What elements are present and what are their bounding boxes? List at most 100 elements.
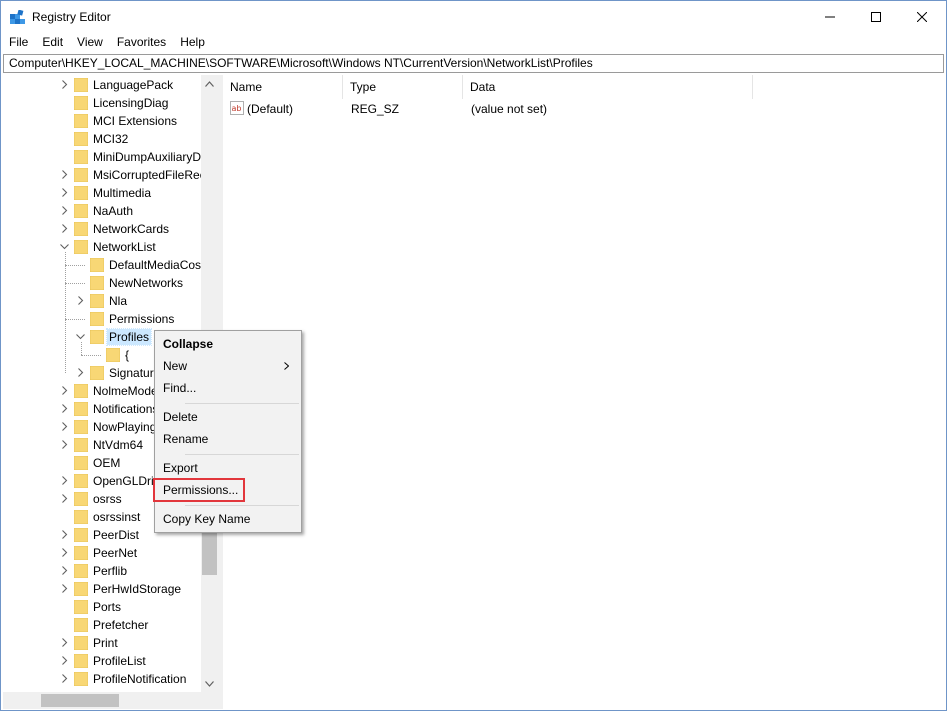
tree-horizontal-scrollbar[interactable] bbox=[3, 692, 218, 709]
tree-item-label: OEM bbox=[93, 456, 121, 470]
context-separator bbox=[185, 403, 299, 404]
chevron-right-icon[interactable] bbox=[60, 188, 69, 197]
tree-item[interactable]: MCI Extensions bbox=[3, 112, 201, 130]
tree-item[interactable]: NewNetworks bbox=[3, 274, 201, 292]
chevron-down-icon[interactable] bbox=[76, 332, 85, 341]
tree-item-label: NewNetworks bbox=[109, 276, 184, 290]
chevron-right-icon[interactable] bbox=[60, 386, 69, 395]
context-collapse[interactable]: Collapse bbox=[157, 333, 299, 355]
tree-item[interactable]: MiniDumpAuxiliaryD bbox=[3, 148, 201, 166]
maximize-icon bbox=[871, 11, 881, 22]
chevron-right-icon[interactable] bbox=[60, 206, 69, 215]
chevron-right-icon[interactable] bbox=[60, 80, 69, 89]
tree-item-label: osrssinst bbox=[93, 510, 141, 524]
context-delete-label: Delete bbox=[163, 410, 198, 424]
chevron-right-icon[interactable] bbox=[60, 440, 69, 449]
tree-hscroll-thumb[interactable] bbox=[41, 694, 119, 707]
address-bar[interactable]: Computer\HKEY_LOCAL_MACHINE\SOFTWARE\Mic… bbox=[3, 54, 944, 73]
tree-item-label: Ports bbox=[93, 600, 122, 614]
chevron-right-icon[interactable] bbox=[60, 674, 69, 683]
chevron-down-icon[interactable] bbox=[60, 242, 69, 251]
tree-item[interactable]: NetworkCards bbox=[3, 220, 201, 238]
folder-icon bbox=[90, 312, 104, 326]
context-new[interactable]: New bbox=[157, 355, 299, 377]
tree-item[interactable]: LicensingDiag bbox=[3, 94, 201, 112]
context-permissions[interactable]: Permissions... bbox=[153, 478, 299, 502]
column-header-type[interactable]: Type bbox=[343, 75, 463, 99]
chevron-right-icon[interactable] bbox=[60, 170, 69, 179]
tree-item[interactable]: NaAuth bbox=[3, 202, 201, 220]
context-export[interactable]: Export bbox=[157, 457, 299, 479]
chevron-right-icon[interactable] bbox=[60, 494, 69, 503]
maximize-button[interactable] bbox=[853, 1, 899, 32]
chevron-down-icon bbox=[205, 680, 214, 687]
folder-icon bbox=[74, 402, 88, 416]
tree-item[interactable]: ProfileNotification bbox=[3, 670, 201, 688]
submenu-arrow-icon bbox=[284, 362, 289, 370]
minimize-button[interactable] bbox=[807, 1, 853, 32]
context-copy-key-name-label: Copy Key Name bbox=[163, 512, 251, 526]
chevron-right-icon[interactable] bbox=[60, 224, 69, 233]
chevron-right-icon[interactable] bbox=[60, 422, 69, 431]
chevron-up-icon bbox=[205, 80, 214, 87]
tree-item[interactable]: ProfileList bbox=[3, 652, 201, 670]
chevron-right-icon[interactable] bbox=[60, 584, 69, 593]
tree-item[interactable]: NetworkList bbox=[3, 238, 201, 256]
chevron-right-icon[interactable] bbox=[60, 548, 69, 557]
menu-view[interactable]: View bbox=[70, 33, 110, 52]
tree-item[interactable]: Nla bbox=[3, 292, 201, 310]
tree-item-label: MiniDumpAuxiliaryD bbox=[93, 150, 202, 164]
context-delete[interactable]: Delete bbox=[157, 406, 299, 428]
folder-icon bbox=[74, 96, 88, 110]
chevron-right-icon[interactable] bbox=[60, 404, 69, 413]
tree-item[interactable]: PeerNet bbox=[3, 544, 201, 562]
tree-item[interactable]: Multimedia bbox=[3, 184, 201, 202]
context-find[interactable]: Find... bbox=[157, 377, 299, 399]
scroll-up-button[interactable] bbox=[201, 75, 218, 92]
chevron-right-icon[interactable] bbox=[60, 476, 69, 485]
tree-item[interactable]: DefaultMediaCost bbox=[3, 256, 204, 274]
tree-item[interactable]: LanguagePack bbox=[3, 76, 201, 94]
tree-item[interactable]: MsiCorruptedFileRec bbox=[3, 166, 206, 184]
folder-icon bbox=[74, 384, 88, 398]
tree-item-label: MCI32 bbox=[93, 132, 129, 146]
tree-item-label: Nla bbox=[109, 294, 128, 308]
chevron-right-icon[interactable] bbox=[76, 296, 85, 305]
tree-item[interactable]: Ports bbox=[3, 598, 201, 616]
menu-edit[interactable]: Edit bbox=[35, 33, 70, 52]
column-header-name[interactable]: Name bbox=[223, 75, 343, 99]
chevron-right-icon[interactable] bbox=[60, 638, 69, 647]
close-button[interactable] bbox=[899, 1, 945, 32]
tree-item[interactable]: MCI32 bbox=[3, 130, 201, 148]
list-row-default[interactable]: ab (Default) REG_SZ (value not set) bbox=[223, 100, 945, 118]
context-rename[interactable]: Rename bbox=[157, 428, 299, 450]
chevron-right-icon[interactable] bbox=[60, 566, 69, 575]
tree-item-label: NolmeModel bbox=[93, 384, 161, 398]
chevron-right-icon[interactable] bbox=[76, 368, 85, 377]
folder-icon bbox=[74, 672, 88, 686]
tree-item-label: PeerNet bbox=[93, 546, 138, 560]
context-separator bbox=[185, 505, 299, 506]
menu-file[interactable]: File bbox=[1, 33, 35, 52]
tree-item[interactable]: Perflib bbox=[3, 562, 201, 580]
context-copy-key-name[interactable]: Copy Key Name bbox=[157, 508, 299, 530]
tree-item[interactable]: Permissions bbox=[3, 310, 201, 328]
chevron-right-icon[interactable] bbox=[60, 530, 69, 539]
column-header-data[interactable]: Data bbox=[463, 75, 753, 99]
folder-icon bbox=[74, 546, 88, 560]
menu-help[interactable]: Help bbox=[173, 33, 212, 52]
folder-icon bbox=[90, 366, 104, 380]
folder-icon bbox=[74, 240, 88, 254]
scroll-down-button[interactable] bbox=[201, 675, 218, 692]
tree-item[interactable]: PerHwIdStorage bbox=[3, 580, 201, 598]
menu-favorites[interactable]: Favorites bbox=[110, 33, 173, 52]
tree-item-label: Permissions bbox=[109, 312, 175, 326]
registry-editor-window: Registry Editor File Edit View Favorites… bbox=[0, 0, 947, 711]
folder-icon bbox=[74, 492, 88, 506]
chevron-right-icon[interactable] bbox=[60, 656, 69, 665]
tree-item-label: Multimedia bbox=[93, 186, 152, 200]
tree-item[interactable]: Print bbox=[3, 634, 201, 652]
menu-bar: File Edit View Favorites Help bbox=[1, 33, 212, 52]
tree-scroll-thumb[interactable] bbox=[202, 527, 217, 575]
tree-item[interactable]: Prefetcher bbox=[3, 616, 201, 634]
